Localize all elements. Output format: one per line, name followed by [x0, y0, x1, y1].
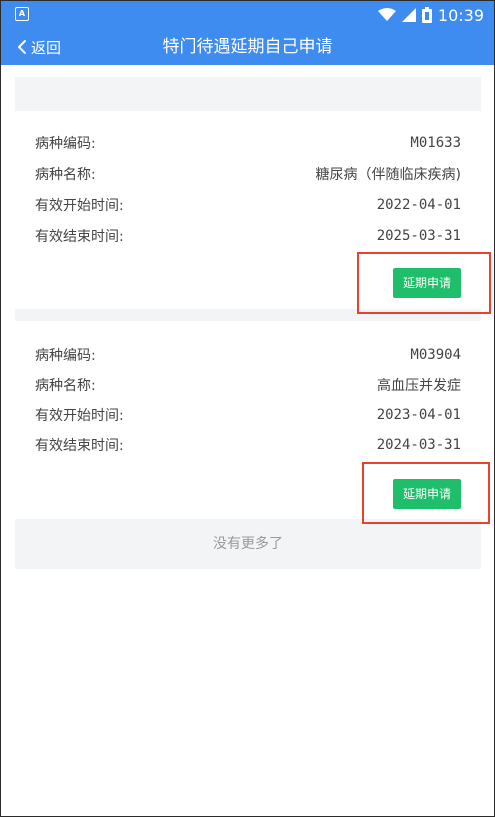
app-notification-icon: A	[15, 7, 29, 21]
battery-icon	[421, 7, 432, 23]
app-header: 特门待遇延期自己申请 返回	[1, 29, 494, 65]
no-more-indicator: 没有更多了	[15, 519, 481, 569]
record-name-value: 糖尿病（伴随临床疾病)	[315, 167, 461, 183]
record-start-label: 有效开始时间:	[35, 408, 124, 424]
page-title: 特门待遇延期自己申请	[162, 37, 333, 57]
status-time: 10:39	[437, 5, 484, 25]
highlight-box	[362, 462, 490, 524]
record-code-row: 病种编码: M01633	[35, 131, 461, 155]
record-code-value: M01633	[410, 135, 461, 151]
record-end-row: 有效结束时间: 2025-03-31	[35, 224, 461, 248]
record-name-value: 高血压并发症	[377, 378, 461, 394]
record-code-value: M03904	[410, 347, 461, 363]
top-placeholder-strip	[15, 77, 481, 111]
content-area: 病种编码: M01633 病种名称: 糖尿病（伴随临床疾病) 有效开始时间: 2…	[1, 65, 494, 816]
wifi-icon	[377, 8, 396, 21]
record-code-label: 病种编码:	[35, 348, 96, 364]
record-end-label: 有效结束时间:	[35, 438, 124, 454]
record-name-label: 病种名称:	[35, 167, 96, 183]
record-start-value: 2023-04-01	[376, 407, 461, 423]
record-start-row: 有效开始时间: 2022-04-01	[35, 193, 461, 217]
record-name-row: 病种名称: 糖尿病（伴随临床疾病)	[35, 162, 461, 186]
signal-icon	[401, 8, 416, 22]
highlight-box	[357, 252, 491, 314]
record-start-row: 有效开始时间: 2023-04-01	[35, 403, 461, 427]
back-label: 返回	[31, 38, 62, 57]
status-icons: 10:39	[377, 5, 484, 25]
status-bar: A 10:39	[1, 1, 494, 29]
chevron-left-icon	[18, 40, 26, 54]
record-code-row: 病种编码: M03904	[35, 343, 461, 367]
record-end-row: 有效结束时间: 2024-03-31	[35, 433, 461, 457]
record-name-row: 病种名称: 高血压并发症	[35, 373, 461, 397]
record-end-value: 2025-03-31	[376, 228, 461, 244]
record-name-label: 病种名称:	[35, 378, 96, 394]
record-start-label: 有效开始时间:	[35, 198, 124, 214]
record-code-label: 病种编码:	[35, 136, 96, 152]
app-frame: A 10:39 特门待遇延期自己申请 返回 病种编码: M01633 病种名称:…	[0, 0, 495, 817]
record-end-label: 有效结束时间:	[35, 229, 124, 245]
record-start-value: 2022-04-01	[376, 197, 461, 213]
back-button[interactable]: 返回	[17, 33, 61, 61]
record-end-value: 2024-03-31	[376, 437, 461, 453]
